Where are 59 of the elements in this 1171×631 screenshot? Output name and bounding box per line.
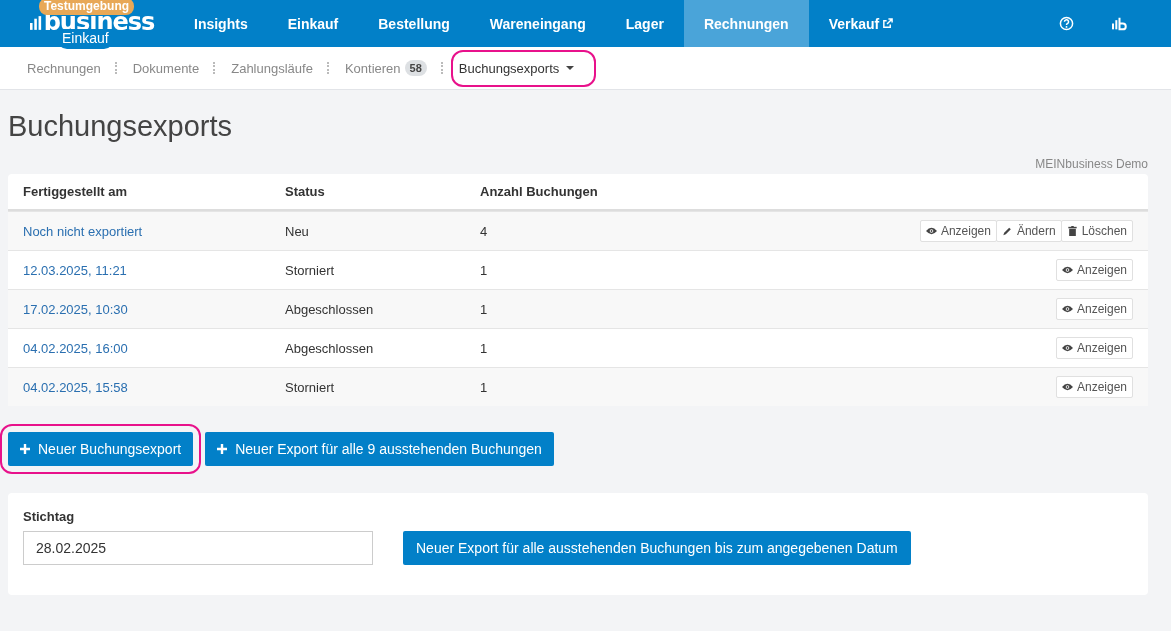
export-date-link[interactable]: 04.02.2025, 16:00 — [23, 340, 285, 356]
table-cell-text: 4 — [480, 223, 489, 239]
subnav-link[interactable]: Dokumente — [132, 60, 200, 76]
column-header: Anzahl Buchungen — [480, 184, 599, 199]
new-export-button[interactable]: Neuer Buchungsexport — [8, 432, 194, 466]
view-button[interactable]: Anzeigen — [1055, 259, 1133, 281]
delete-button[interactable]: Löschen — [1060, 220, 1133, 242]
nav-tab[interactable]: Verkauf — [808, 0, 914, 47]
table-cell-text: 1 — [480, 301, 489, 317]
new-export-button[interactable]: Neuer Export für alle 9 ausstehenden Buchungen — [205, 432, 554, 466]
nav-tab[interactable]: Einkauf — [267, 0, 359, 47]
nav-tab[interactable]: Wareneingang — [469, 0, 606, 47]
subnav-link[interactable]: Kontieren — [344, 60, 401, 76]
environment-badge: Testumgebung — [39, 0, 135, 15]
plus-icon — [20, 444, 30, 454]
eye-icon — [1061, 382, 1073, 392]
edit-button[interactable]: Ändern — [995, 220, 1062, 242]
subnav-link[interactable]: Zahlungsläufe — [231, 60, 313, 76]
help-icon[interactable] — [1059, 16, 1074, 31]
eye-icon — [1061, 265, 1073, 275]
trash-icon — [1066, 226, 1078, 236]
view-button[interactable]: Anzeigen — [919, 220, 997, 242]
bars-logo-icon[interactable] — [1112, 16, 1127, 31]
table-cell-text: Abgeschlossen — [285, 340, 375, 356]
bars-logo-icon — [29, 16, 42, 30]
plus-icon — [217, 444, 228, 454]
table-cell-text: Neu — [285, 223, 310, 239]
page-title: Buchungsexports — [8, 110, 234, 143]
column-header: Status — [285, 184, 326, 199]
export-date-link[interactable]: 04.02.2025, 15:58 — [23, 379, 285, 395]
subnav-link[interactable]: Rechnungen — [27, 60, 101, 76]
table-cell-text: Abgeschlossen — [285, 301, 375, 317]
export-date-link[interactable]: Noch nicht exportiert — [23, 223, 285, 239]
column-header: Fertiggestellt am — [23, 184, 129, 199]
view-button[interactable]: Anzeigen — [1055, 298, 1133, 320]
nav-tab[interactable]: Bestellung — [358, 0, 470, 47]
count-badge: 58 — [404, 60, 427, 76]
export-date-link[interactable]: 17.02.2025, 10:30 — [23, 301, 285, 317]
pencil-icon — [1001, 226, 1013, 236]
eye-icon — [1061, 343, 1073, 353]
field-label: Stichtag — [23, 509, 76, 524]
nav-tab[interactable]: Insights — [174, 0, 268, 47]
company-name: MEINbusiness Demo — [1034, 157, 1148, 171]
export-until-date-button[interactable]: Neuer Export für alle ausstehenden Buchungen bis zum angegebenen Datum — [403, 531, 911, 565]
caret-icon[interactable] — [566, 65, 575, 71]
eye-icon — [1061, 304, 1073, 314]
nav-tab[interactable]: Lager — [605, 0, 684, 47]
eye-icon — [925, 226, 937, 236]
table-cell-text: 1 — [480, 340, 489, 356]
date-input-field[interactable]: 28.02.2025 — [23, 531, 373, 565]
nav-tab[interactable]: Rechnungen — [683, 0, 809, 47]
table-cell-text: Storniert — [285, 262, 336, 278]
export-date-link[interactable]: 12.03.2025, 11:21 — [23, 262, 285, 278]
view-button[interactable]: Anzeigen — [1055, 376, 1133, 398]
table-cell-text: Storniert — [285, 379, 336, 395]
table-cell-text: 1 — [480, 379, 489, 395]
view-button[interactable]: Anzeigen — [1055, 337, 1133, 359]
subnav-link[interactable]: Buchungsexports — [458, 60, 560, 76]
table-cell-text: 1 — [480, 262, 489, 278]
